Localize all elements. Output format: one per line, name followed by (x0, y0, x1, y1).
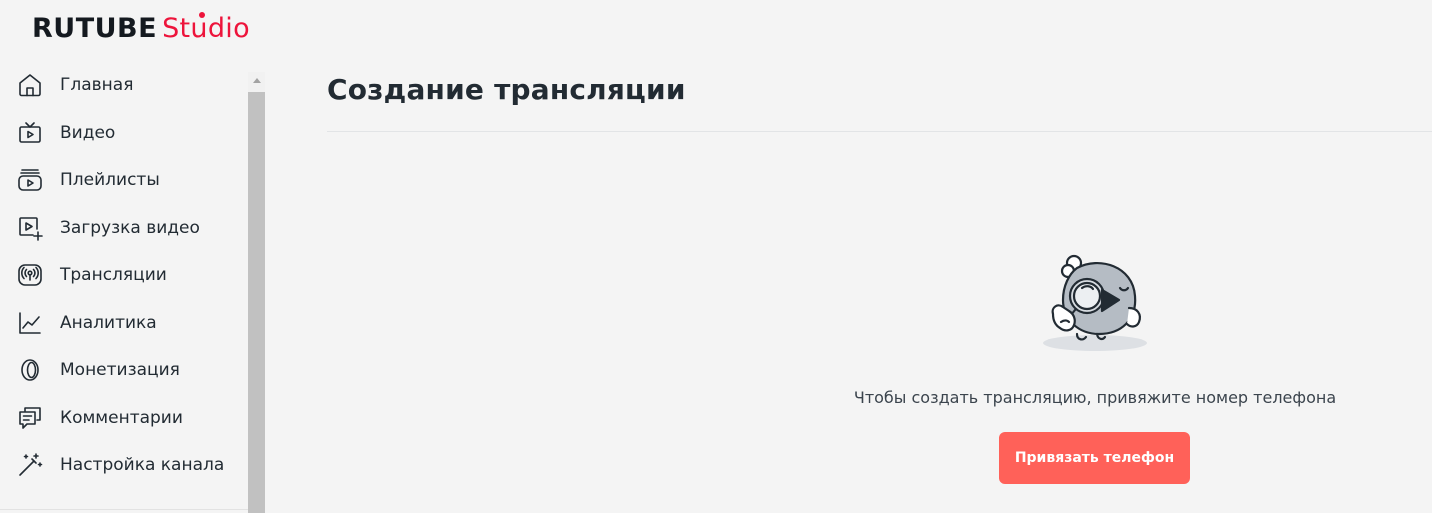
upload-video-icon (16, 214, 44, 242)
sidebar: Главная Видео Плейлисты Загрузка видео Т… (0, 62, 266, 513)
rutube-studio-logo[interactable]: RUTUBE Studio (32, 12, 250, 46)
sidebar-item-label: Загрузка видео (60, 218, 200, 238)
scrollbar-thumb[interactable] (248, 92, 265, 513)
logo-rutube-text: RUTUBE (32, 13, 158, 44)
sidebar-item-label: Монетизация (60, 360, 180, 380)
home-icon (16, 71, 44, 99)
sidebar-item-playlists[interactable]: Плейлисты (0, 158, 248, 202)
phone-required-message: Чтобы создать трансляцию, привяжите номе… (853, 388, 1337, 407)
sidebar-item-label: Трансляции (60, 265, 167, 285)
scroll-up-arrow-icon[interactable] (248, 72, 265, 89)
sidebar-item-label: Настройка канала (60, 455, 225, 475)
broadcast-icon (16, 261, 44, 289)
sidebar-item-analytics[interactable]: Аналитика (0, 301, 248, 345)
sidebar-item-comments[interactable]: Комментарии (0, 396, 248, 440)
sidebar-item-home[interactable]: Главная (0, 63, 248, 107)
sidebar-item-monetization[interactable]: Монетизация (0, 348, 248, 392)
sidebar-item-channel-settings[interactable]: Настройка канала (0, 443, 248, 487)
sidebar-item-label: Главная (60, 75, 134, 95)
sidebar-item-upload[interactable]: Загрузка видео (0, 206, 248, 250)
sidebar-item-label: Аналитика (60, 313, 157, 333)
magnifier-mascot-illustration (1041, 248, 1151, 354)
sidebar-item-video[interactable]: Видео (0, 111, 248, 155)
analytics-icon (16, 309, 44, 337)
main-content: Создание трансляции Чтобы создать трансл… (327, 62, 1432, 513)
logo-studio-text: Studio (162, 13, 250, 44)
magic-wand-icon (16, 451, 44, 479)
tv-play-icon (16, 119, 44, 147)
sidebar-item-label: Видео (60, 123, 116, 143)
sidebar-scrollbar[interactable] (248, 72, 265, 513)
sidebar-item-label: Плейлисты (60, 170, 160, 190)
coin-icon (16, 356, 44, 384)
title-divider (327, 131, 1432, 132)
page-title: Создание трансляции (327, 73, 686, 106)
playlist-icon (16, 166, 44, 194)
comments-icon (16, 404, 44, 432)
sidebar-item-label: Комментарии (60, 408, 183, 428)
sidebar-divider (0, 509, 248, 510)
header: RUTUBE Studio (0, 0, 1432, 62)
bind-phone-button[interactable]: Привязать телефон (999, 432, 1190, 484)
sidebar-item-broadcasts[interactable]: Трансляции (0, 253, 248, 297)
logo-dot (199, 12, 205, 18)
